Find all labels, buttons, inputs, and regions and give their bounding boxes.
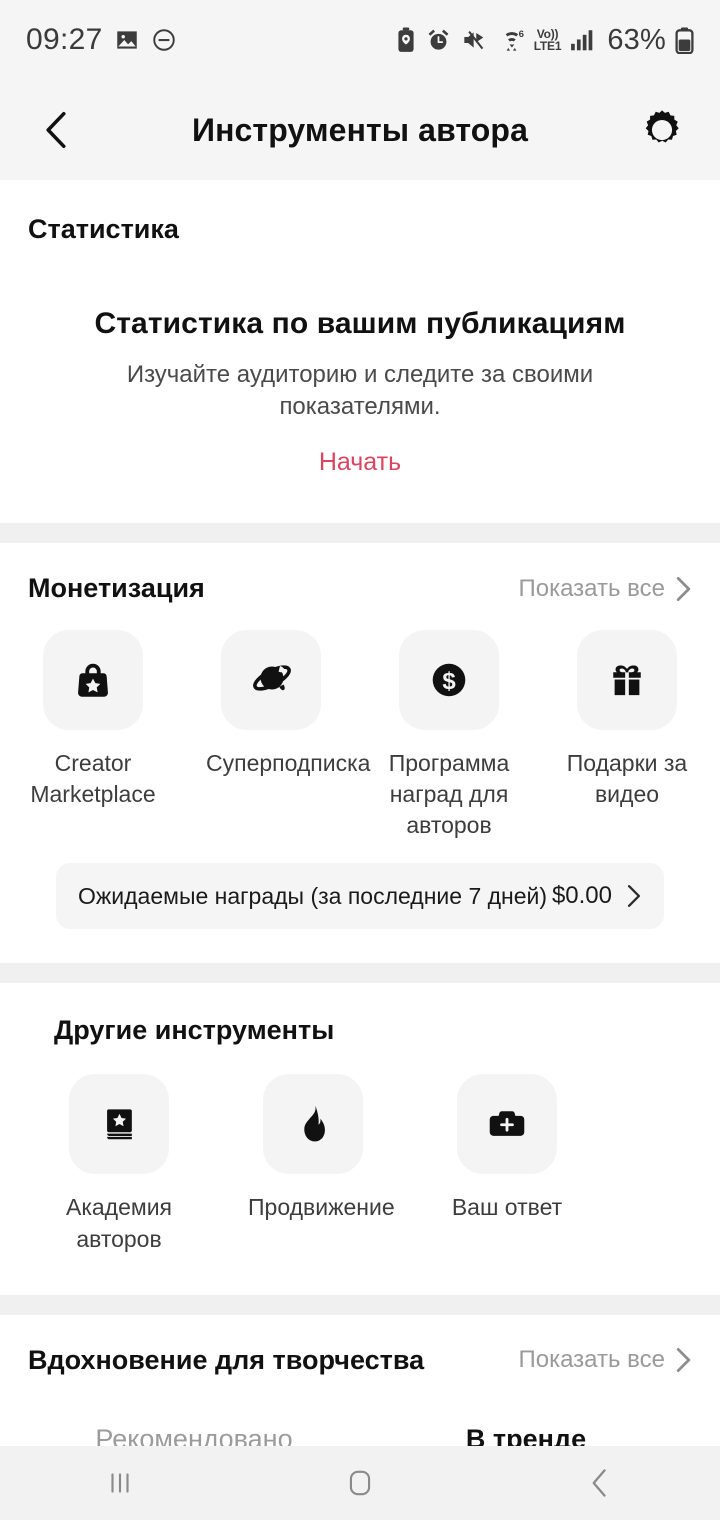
book-star-icon [107,1109,132,1140]
section-divider-3 [0,1294,720,1315]
svg-text:$: $ [442,668,455,695]
tile-icon-box [457,1074,557,1175]
status-bar: 09:27 6 Vo)) LTE1 63% [0,0,720,80]
flame-icon [304,1106,325,1142]
svg-text:6: 6 [518,29,523,40]
statistics-empty-state: Статистика по вашим публикациям Изучайте… [28,245,692,523]
settings-button[interactable] [634,102,690,158]
recents-button[interactable] [0,1468,240,1498]
inspiration-header: Вдохновение для творчества Показать все [28,1345,692,1376]
monetization-tile-super-subscription[interactable]: Суперподписка [206,630,371,841]
tile-label: Ваш ответ [451,1194,563,1221]
dollar-coin-icon: $ [432,664,466,697]
status-bar-right: 6 Vo)) LTE1 63% [395,24,694,57]
other-tools-tile-promotion[interactable]: Продвижение [248,1074,395,1254]
tile-icon-box [69,1074,169,1175]
tile-icon-box [577,630,677,731]
back-button[interactable] [30,103,84,157]
alarm-icon [428,29,449,50]
monetization-section-label: Монетизация [28,573,205,604]
back-button[interactable] [480,1467,720,1499]
inspiration-see-all-button[interactable]: Показать все [518,1346,692,1374]
statistics-section-label: Статистика [28,214,179,244]
expected-rewards-row[interactable]: Ожидаемые награды (за последние 7 дней) … [56,863,664,930]
monetization-tile-creator-marketplace[interactable]: Creator Marketplace [28,630,158,841]
chevron-left-icon [46,111,66,149]
tile-label: Продвижение [248,1194,395,1221]
section-divider-2 [0,963,720,984]
home-icon [349,1470,371,1496]
statistics-start-button[interactable]: Начать [319,448,401,477]
tile-label: Суперподписка [206,750,371,777]
system-navigation-bar [0,1446,720,1520]
tile-label: Creator Marketplace [30,750,156,808]
monetization-tiles: Creator Marketplace Суперподписка $ Прог… [28,630,692,841]
back-icon [592,1469,606,1497]
monetization-header: Монетизация Показать все [28,573,692,604]
statistics-card: Статистика Статистика по вашим публикаци… [0,180,720,524]
section-divider-1 [0,523,720,544]
signal-icon [571,30,593,51]
shopping-bag-star-icon [78,664,108,698]
battery-saver-icon [398,27,414,52]
expected-rewards-label: Ожидаемые награды (за последние 7 дней) [78,882,548,909]
tile-label: Академия авторов [65,1194,173,1252]
battery-percent-label: 63% [607,23,666,56]
tile-label: Программа наград для авторов [388,750,510,839]
tile-icon-box [263,1074,363,1175]
inspiration-section-label: Вдохновение для творчества [28,1344,425,1375]
status-bar-clock: 09:27 [26,23,103,56]
chevron-right-icon [676,1348,691,1373]
do-not-disturb-icon [152,29,175,51]
app-screen: 09:27 6 Vo)) LTE1 63% Инструменты автора… [0,0,720,1520]
mute-icon [464,30,483,50]
tile-label: Подарки за видео [566,750,688,808]
image-icon [116,31,137,49]
monetization-see-all-label: Показать все [518,574,665,602]
planet-icon [253,665,291,691]
gift-icon [613,665,641,696]
other-tools-tile-your-reply[interactable]: Ваш ответ [442,1074,572,1254]
monetization-see-all-button[interactable]: Показать все [518,575,692,603]
home-button[interactable] [240,1467,480,1499]
monetization-tile-rewards-program[interactable]: $ Программа наград для авторов [384,630,514,841]
statistics-empty-subtitle: Изучайте аудиторию и следите за своими п… [126,361,594,420]
expected-rewards-value: $0.00 [551,882,612,910]
wifi-icon: 6 [505,29,524,51]
tile-icon-box [43,630,143,731]
page-title: Инструменты автора [192,111,528,148]
app-bar: Инструменты автора [0,80,720,180]
monetization-tile-video-gifts[interactable]: Подарки за видео [562,630,692,841]
recents-icon [111,1473,129,1493]
monetization-card: Монетизация Показать все Creator Marketp… [0,543,720,964]
other-tools-card: Другие инструменты Академия авторов Прод… [0,983,720,1295]
inspiration-see-all-label: Показать все [518,1346,665,1374]
chevron-right-icon [626,884,642,908]
inspiration-card: Вдохновение для творчества Показать все … [0,1314,720,1455]
other-tools-tiles: Академия авторов Продвижение Ваш ответ [54,1074,692,1254]
chevron-right-icon [676,576,691,601]
status-bar-left: 09:27 [26,23,177,57]
battery-icon [675,27,694,54]
tile-icon-box: $ [399,630,499,731]
other-tools-section-label: Другие инструменты [54,1015,335,1046]
other-tools-tile-creator-academy[interactable]: Академия авторов [54,1074,184,1254]
tile-icon-box [221,630,321,731]
gear-icon [645,110,679,143]
camera-plus-icon [489,1111,525,1137]
volte-icon: Vo)) LTE1 [533,27,562,53]
statistics-empty-title: Статистика по вашим публикациям [94,307,626,340]
